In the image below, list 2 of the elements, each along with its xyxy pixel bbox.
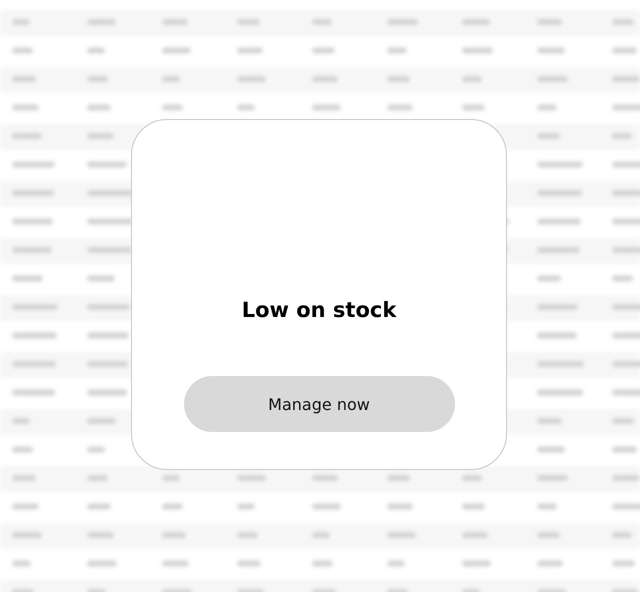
dialog-title: Low on stock [242,297,396,324]
manage-now-button[interactable]: Manage now [184,376,454,432]
